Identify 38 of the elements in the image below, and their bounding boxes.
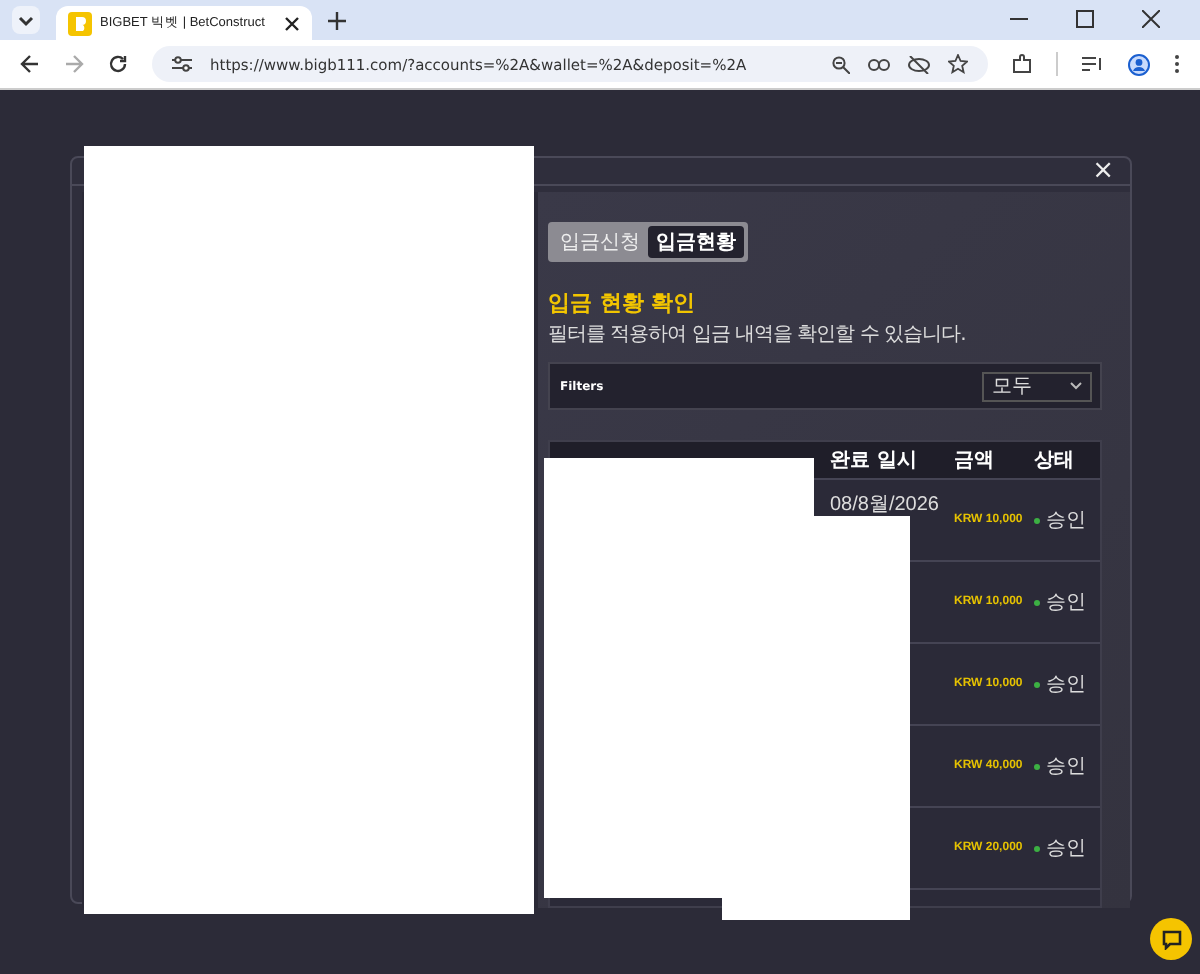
more-icon[interactable] (1174, 54, 1180, 74)
maximize-icon[interactable] (1076, 10, 1094, 28)
close-icon[interactable] (284, 15, 300, 31)
page-subtitle: 필터를 적용하여 입금 내역을 확인할 수 있습니다. (548, 322, 968, 348)
status-dot (1034, 599, 1040, 605)
status-dot (1034, 763, 1040, 769)
reload-icon[interactable] (108, 54, 128, 74)
filter-dropdown[interactable]: 모두 (982, 371, 1092, 401)
status-text: 승인 (1046, 754, 1086, 780)
tab-list-icon[interactable] (12, 6, 40, 34)
new-tab-icon[interactable] (328, 12, 346, 30)
tab[interactable]: 입금현황 (648, 226, 744, 258)
status-text: 승인 (1046, 836, 1086, 862)
status-text: 승인 (1046, 590, 1086, 616)
chat-icon (1161, 929, 1181, 949)
column-header: 금액 (954, 448, 996, 474)
favicon-icon (68, 11, 92, 35)
media-icon[interactable] (1082, 55, 1104, 73)
zoom-icon[interactable] (832, 55, 850, 73)
chat-button[interactable] (1150, 918, 1192, 960)
site-settings-icon[interactable] (172, 56, 192, 72)
eye-off-icon[interactable] (908, 55, 930, 73)
back-icon[interactable] (20, 54, 40, 74)
status-dot (1034, 845, 1040, 851)
close-button[interactable]: × (1088, 158, 1118, 184)
extensions-icon[interactable] (1012, 54, 1032, 74)
date-cell-text: 08/8월/2026 (830, 494, 941, 516)
status-dot (1034, 681, 1040, 687)
column-header: 완료 일시 (830, 448, 919, 474)
column-header: 상태 (1034, 448, 1076, 474)
close-icon[interactable] (1142, 10, 1160, 28)
chevron-down-icon (1070, 382, 1082, 390)
page-heading: 입금 현황 확인 (548, 288, 698, 318)
status-text: 승인 (1046, 672, 1086, 698)
star-icon[interactable] (948, 54, 968, 74)
status-dot (1034, 517, 1040, 523)
status-text: 승인 (1046, 508, 1086, 534)
profile-icon[interactable] (1128, 53, 1150, 75)
